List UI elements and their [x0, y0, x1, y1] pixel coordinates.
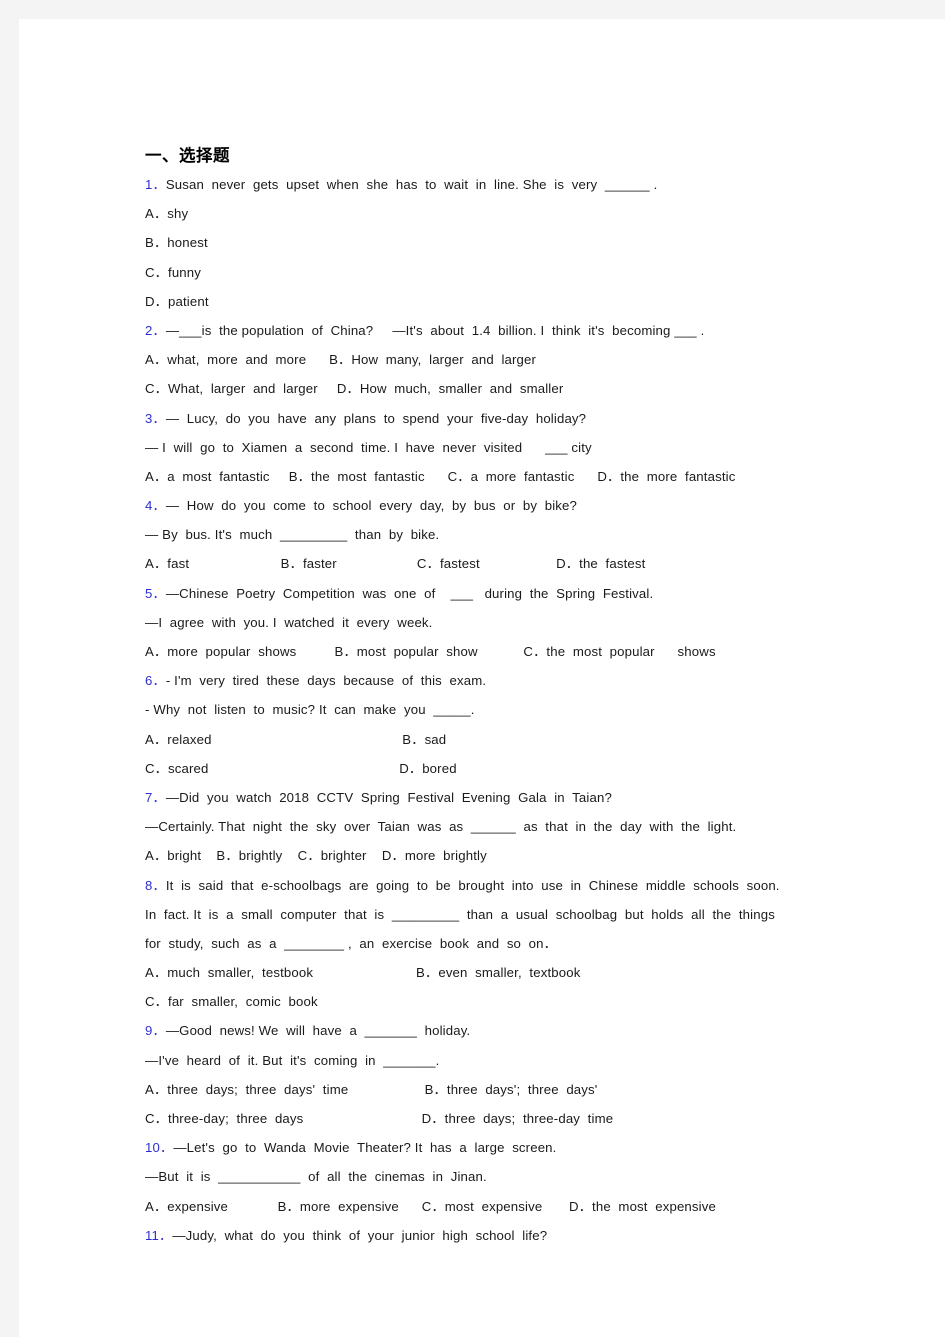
question-1-option-d: D．patient	[145, 293, 209, 309]
question-8-option-c: C．far smaller, comic book	[145, 994, 318, 1010]
question-7-options: A．bright B．brightly C．brighter D．more br…	[145, 848, 487, 864]
document-page: 一、选择题 1．Susan never gets upset when she …	[19, 19, 945, 1337]
question-2-text: —___is the population of China? —It's ab…	[165, 322, 705, 338]
question-7-text: —Did you watch 2018 CCTV Spring Festival…	[165, 789, 612, 805]
question-8-stem-line3: for study, such as a ________ , an exerc…	[145, 935, 557, 951]
question-9-text: —Good news! We will have a _______ holid…	[165, 1023, 471, 1039]
page-frame-left	[0, 0, 19, 1337]
question-6-number: 6．	[145, 673, 166, 689]
question-4-number: 4．	[145, 498, 166, 514]
question-11-number: 11．	[145, 1227, 173, 1243]
question-5-stem: 5．—Chinese Poetry Competition was one of…	[145, 579, 817, 608]
question-1-option-c: C．funny	[145, 264, 202, 280]
question-11-stem: 11．—Judy, what do you think of your juni…	[145, 1221, 817, 1250]
question-3-stem: 3．— Lucy, do you have any plans to spend…	[145, 404, 817, 433]
question-7-number: 7．	[145, 789, 166, 805]
question-6-options-ab: A．relaxed B．sad	[145, 731, 447, 747]
question-5-number: 5．	[145, 585, 166, 601]
question-5-text: —Chinese Poetry Competition was one of _…	[165, 585, 654, 601]
question-11-text: —Judy, what do you think of your junior …	[172, 1227, 548, 1243]
question-4-text: — How do you come to school every day, b…	[165, 498, 578, 514]
question-8-options-ab: A．much smaller, testbook B．even smaller,…	[145, 965, 581, 981]
question-2-number: 2．	[145, 322, 166, 338]
question-1-option-a: A．shy	[145, 206, 189, 222]
document-content: 一、选择题 1．Susan never gets upset when she …	[145, 143, 817, 1250]
question-6-stem-line2: - Why not listen to music? It can make y…	[145, 702, 475, 718]
question-1-text: Susan never gets upset when she has to w…	[165, 177, 658, 192]
question-10-stem: 10．—Let's go to Wanda Movie Theater? It …	[145, 1133, 817, 1162]
question-4-stem-line2: — By bus. It's much _________ than by bi…	[145, 527, 440, 543]
question-1-option-b: B．honest	[145, 235, 208, 251]
page-frame-top	[0, 0, 945, 19]
question-3-number: 3．	[145, 410, 166, 426]
question-8-text: It is said that e-schoolbags are going t…	[165, 877, 780, 893]
question-1-number: 1．	[145, 177, 166, 192]
question-5-stem-line2: —I agree with you. I watched it every we…	[145, 614, 433, 630]
section-heading: 一、选择题	[145, 146, 230, 165]
question-8-number: 8．	[145, 877, 166, 893]
question-9-options-cd: C．three-day; three days D．three days; th…	[145, 1111, 614, 1126]
question-8-stem: 8．It is said that e-schoolbags are going…	[145, 871, 817, 900]
question-3-options: A．a most fantastic B．the most fantastic …	[145, 468, 736, 484]
question-9-options-ab: A．three days; three days' time B．three d…	[145, 1081, 598, 1097]
question-9-stem: 9．—Good news! We will have a _______ hol…	[145, 1016, 817, 1045]
question-3-stem-line2: — I will go to Xiamen a second time. I h…	[145, 439, 592, 455]
question-2-options-cd: C．What, larger and larger D．How much, sm…	[145, 381, 564, 397]
question-6-stem: 6．- I'm very tired these days because of…	[145, 666, 817, 695]
question-1-stem: 1．Susan never gets upset when she has to…	[145, 170, 817, 199]
question-3-text: — Lucy, do you have any plans to spend y…	[165, 410, 587, 426]
question-10-stem-line2: —But it is ___________ of all the cinema…	[145, 1169, 487, 1185]
question-5-options: A．more popular shows B．most popular show…	[145, 644, 716, 659]
question-2-options-ab: A．what, more and more B．How many, larger…	[145, 352, 537, 368]
question-10-options: A．expensive B．more expensive C．most expe…	[145, 1198, 716, 1214]
question-9-stem-line2: —I've heard of it. But it's coming in __…	[145, 1052, 440, 1068]
question-4-stem: 4．— How do you come to school every day,…	[145, 491, 817, 520]
question-7-stem-line2: —Certainly. That night the sky over Taia…	[145, 819, 737, 835]
question-6-options-cd: C．scared D．bored	[145, 760, 457, 776]
question-7-stem: 7．—Did you watch 2018 CCTV Spring Festiv…	[145, 783, 817, 812]
question-2-stem: 2．—___is the population of China? —It's …	[145, 316, 817, 345]
question-10-text: —Let's go to Wanda Movie Theater? It has…	[173, 1140, 557, 1156]
question-6-text: - I'm very tired these days because of t…	[165, 673, 487, 689]
question-10-number: 10．	[145, 1140, 174, 1156]
question-9-number: 9．	[145, 1023, 166, 1039]
question-4-options: A．fast B．faster C．fastest D．the fastest	[145, 556, 646, 572]
question-8-stem-line2: In fact. It is a small computer that is …	[145, 906, 775, 922]
